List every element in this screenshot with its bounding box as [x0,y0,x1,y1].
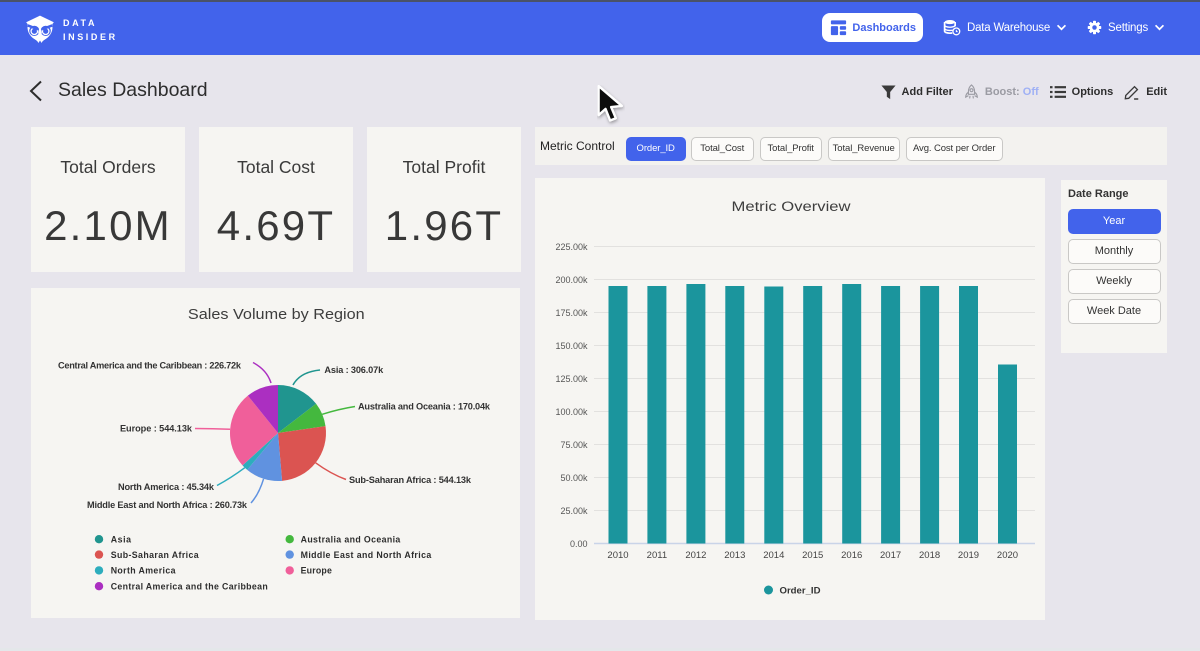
svg-text:150.00k: 150.00k [555,341,588,351]
svg-text:Europe : 544.13k: Europe : 544.13k [120,424,193,434]
svg-text:Order_ID: Order_ID [780,586,821,597]
svg-text:2017: 2017 [880,550,901,561]
svg-text:2019: 2019 [958,550,979,561]
svg-text:2011: 2011 [647,550,667,561]
svg-text:75.00k: 75.00k [560,440,588,450]
svg-text:Central America and the Caribb: Central America and the Caribbean : 226.… [58,360,242,370]
svg-text:100.00k: 100.00k [555,407,588,417]
svg-text:2016: 2016 [841,550,862,561]
svg-text:50.00k: 50.00k [560,473,588,483]
svg-text:2018: 2018 [919,550,940,561]
svg-text:Australia and Oceania: Australia and Oceania [301,534,401,544]
svg-text:Middle East and North Africa: Middle East and North Africa [301,550,432,560]
svg-text:2010: 2010 [607,550,628,561]
svg-text:North America: North America [111,566,176,576]
svg-text:Europe: Europe [301,566,332,576]
svg-text:Sales Volume by Region: Sales Volume by Region [188,306,365,323]
svg-text:2013: 2013 [724,550,745,561]
svg-text:Asia : 306.07k: Asia : 306.07k [324,365,384,375]
svg-text:125.00k: 125.00k [555,374,588,384]
svg-text:Asia: Asia [111,534,131,544]
svg-text:2014: 2014 [763,550,784,561]
svg-text:Metric Overview: Metric Overview [732,199,851,214]
svg-text:Sub-Saharan Africa: Sub-Saharan Africa [111,550,199,560]
svg-text:225.00k: 225.00k [555,242,588,252]
svg-text:175.00k: 175.00k [555,308,588,318]
svg-text:0.00: 0.00 [570,539,588,549]
svg-text:25.00k: 25.00k [560,506,588,516]
svg-text:200.00k: 200.00k [555,275,588,285]
svg-text:Central America and the Caribb: Central America and the Caribbean [111,581,268,591]
svg-text:2020: 2020 [997,550,1018,561]
svg-text:Middle East and North Africa :: Middle East and North Africa : 260.73k [87,500,248,510]
svg-text:Australia and Oceania : 170.04: Australia and Oceania : 170.04k [358,401,491,411]
svg-text:North America : 45.34k: North America : 45.34k [118,482,215,492]
svg-text:2015: 2015 [802,550,823,561]
svg-text:Sub-Saharan Africa : 544.13k: Sub-Saharan Africa : 544.13k [349,475,472,485]
svg-text:2012: 2012 [685,550,706,561]
